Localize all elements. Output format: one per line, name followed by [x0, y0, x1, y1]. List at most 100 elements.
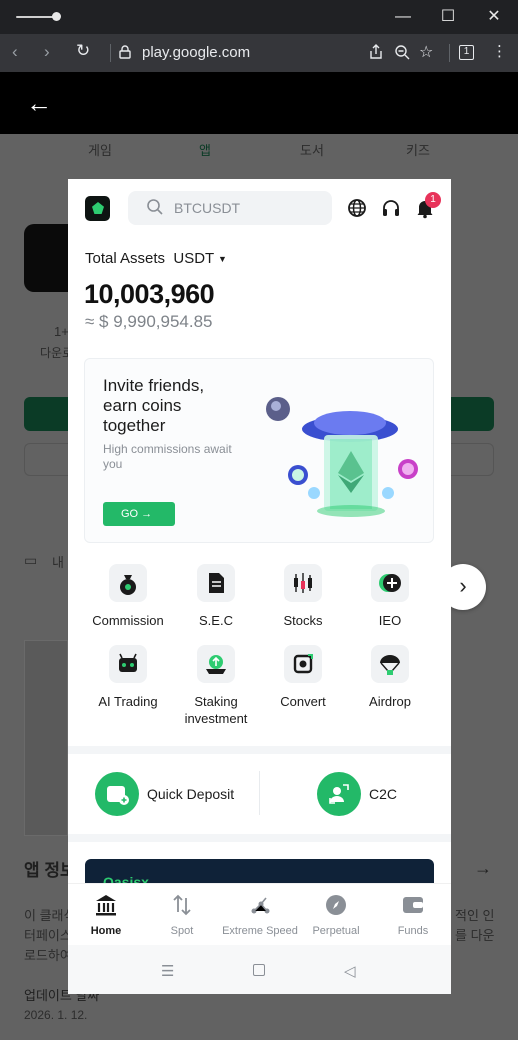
balance-value: 10,003,960 [84, 279, 215, 309]
notification-badge: 1 [425, 192, 441, 208]
system-navigation: ☰ ◁ [68, 945, 451, 994]
swap-icon [173, 894, 191, 916]
staking-icon [197, 645, 235, 683]
forward-nav-icon[interactable]: › [44, 42, 50, 62]
feature-airdrop[interactable]: Airdrop [346, 645, 434, 710]
feature-stocks[interactable]: Stocks [259, 564, 347, 629]
parachute-icon [371, 645, 409, 683]
tab-kids[interactable]: 키즈 [406, 140, 430, 159]
currency-dropdown-icon[interactable]: ▼ [218, 254, 227, 264]
headset-icon[interactable] [380, 197, 402, 219]
feature-label: Staking investment [184, 694, 248, 726]
nav-home[interactable]: Home [68, 892, 144, 937]
logo-mark [92, 202, 104, 214]
bottom-navigation: Home Spot Extreme Speed Perpetual Funds [68, 883, 451, 945]
address-bar[interactable]: play.google.com [142, 44, 250, 61]
c2c-button[interactable] [317, 772, 361, 816]
banner-title: Invite friends, earn coins together [103, 376, 205, 435]
invite-banner[interactable]: Invite friends, earn coins together High… [84, 358, 434, 543]
compass-icon [326, 895, 346, 915]
feature-label: AI Trading [98, 694, 158, 709]
robot-icon [109, 645, 147, 683]
wallet-plus-icon [95, 772, 139, 816]
minimize-button[interactable]: — [388, 6, 418, 28]
convert-icon [284, 645, 322, 683]
description-line-2: 터페이스 [24, 928, 72, 943]
section-divider-2 [68, 834, 451, 842]
people-transfer-icon [317, 772, 361, 816]
description-line-2-end: 를 다운 [455, 928, 495, 943]
nav-extreme-speed[interactable]: Extreme Speed [221, 892, 299, 937]
quick-deposit-button[interactable] [95, 772, 139, 816]
go-button[interactable]: GO → [103, 502, 175, 526]
speed-icon [251, 897, 270, 914]
secondary-button[interactable] [24, 443, 68, 476]
c2c-label[interactable]: C2C [369, 786, 397, 802]
app-icon [24, 224, 70, 292]
back-nav-icon[interactable]: ‹ [12, 42, 18, 62]
tab-apps[interactable]: 앱 [199, 140, 211, 159]
tab-games[interactable]: 게임 [88, 140, 112, 159]
feature-label: Commission [92, 613, 164, 628]
back-arrow-icon[interactable]: ← [26, 88, 52, 119]
recent-apps-icon[interactable]: ☰ [161, 962, 174, 980]
install-button-right[interactable] [451, 397, 494, 431]
tab-books[interactable]: 도서 [300, 140, 324, 159]
feature-ai-trading[interactable]: AI Trading [84, 645, 172, 710]
candlestick-icon [284, 564, 322, 602]
feature-label: Convert [280, 694, 326, 709]
nav-funds[interactable]: Funds [375, 892, 451, 937]
nav-spot[interactable]: Spot [144, 892, 220, 937]
search-placeholder: BTCUSDT [174, 200, 241, 216]
search-icon [147, 199, 163, 215]
nav-perpetual[interactable]: Perpetual [298, 892, 374, 937]
nav-label: Perpetual [312, 925, 360, 937]
device-icon: ▭ [24, 552, 38, 568]
balance-usd-value: ≈ $ 9,990,954.85 [85, 312, 213, 331]
window-slider-knob[interactable] [52, 12, 61, 21]
back-triangle-icon[interactable]: ◁ [344, 962, 356, 980]
currency-select[interactable]: USDT [173, 250, 214, 267]
reload-icon[interactable]: ↻ [76, 41, 90, 61]
close-window-button[interactable]: ✕ [479, 6, 509, 28]
feature-ieo[interactable]: IEO [346, 564, 434, 629]
ufo-illustration-icon [266, 397, 418, 517]
feature-label: Airdrop [369, 694, 411, 709]
downloads-count: 1+ [54, 324, 69, 339]
bookmark-star-icon[interactable]: ☆ [419, 42, 433, 62]
home-square-icon[interactable] [253, 964, 265, 976]
secondary-button-right[interactable] [451, 443, 494, 476]
globe-icon[interactable] [346, 197, 368, 219]
total-assets-label[interactable]: Total Assets USDT [85, 250, 214, 267]
device-label: 내 [52, 555, 64, 570]
nav-label: Home [90, 925, 122, 937]
quick-separator [259, 771, 260, 815]
feature-label: S.E.C [199, 613, 233, 628]
wallet-icon [403, 897, 423, 913]
toolbar-separator-2 [449, 44, 450, 62]
site-info-icon[interactable] [119, 45, 131, 59]
app-logo [85, 196, 110, 221]
feature-sec[interactable]: S.E.C [172, 564, 260, 629]
app-screenshot: BTCUSDT 1 Total Assets USDT ▼ 10,003,960… [68, 179, 451, 994]
page-app-bar [0, 72, 518, 134]
app-info-arrow-icon[interactable]: → [474, 858, 492, 879]
feature-label: Stocks [283, 613, 323, 628]
total-assets-text: Total Assets [85, 250, 166, 267]
nav-label: Spot [170, 925, 194, 937]
bank-icon [96, 895, 116, 916]
feature-convert[interactable]: Convert [259, 645, 347, 710]
feature-label: IEO [378, 613, 402, 628]
banner-subtitle: High commissions await you [103, 442, 232, 471]
search-bar[interactable]: BTCUSDT [128, 191, 332, 225]
feature-staking[interactable]: Staking investment [172, 645, 260, 727]
zoom-out-icon[interactable] [394, 44, 410, 60]
share-icon[interactable] [368, 44, 384, 60]
install-button[interactable] [24, 397, 68, 431]
quick-deposit-label[interactable]: Quick Deposit [147, 786, 234, 802]
tab-count-button[interactable]: 1 [459, 45, 474, 60]
feature-commission[interactable]: Commission [84, 564, 172, 629]
screenshot-thumbnail[interactable] [24, 640, 68, 836]
menu-icon[interactable]: ⋮ [492, 42, 507, 60]
maximize-button[interactable]: ☐ [433, 6, 463, 28]
